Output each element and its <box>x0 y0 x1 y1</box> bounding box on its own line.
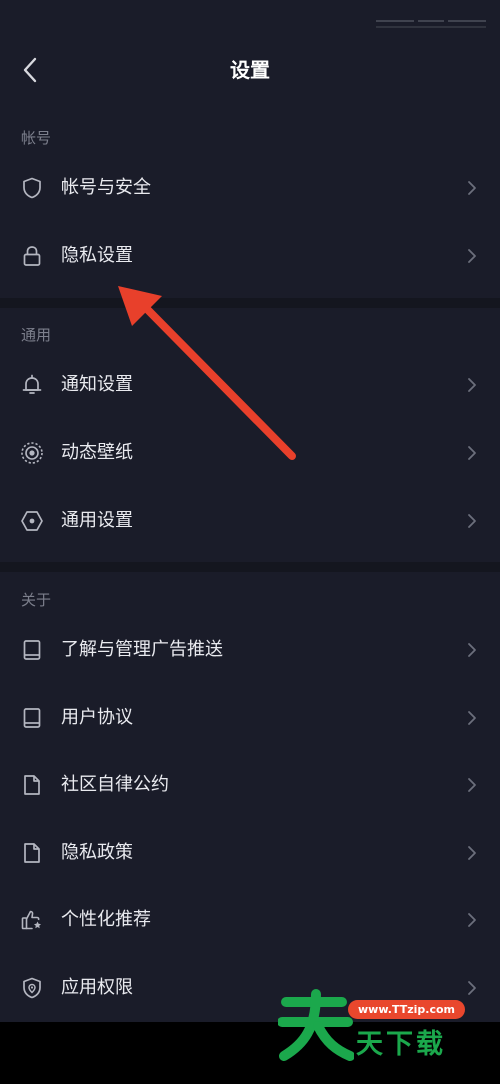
row-label: 个性化推荐 <box>61 909 151 930</box>
settings-row-live-wallpaper[interactable]: 动态壁纸 <box>0 423 500 483</box>
section-divider <box>0 562 500 572</box>
section-header-general: 通用 <box>21 326 52 344</box>
book-icon <box>23 640 41 660</box>
bell-icon <box>22 374 42 394</box>
chevron-right-icon <box>468 778 476 792</box>
settings-row-app-permissions[interactable]: 应用权限 <box>0 958 500 1018</box>
row-label: 应用权限 <box>61 977 133 998</box>
book-icon <box>23 708 41 728</box>
settings-row-general-settings[interactable]: 通用设置 <box>0 491 500 551</box>
chevron-right-icon <box>468 378 476 392</box>
settings-row-notification-settings[interactable]: 通知设置 <box>0 355 500 415</box>
settings-row-community-guidelines[interactable]: 社区自律公约 <box>0 755 500 815</box>
chevron-right-icon <box>468 446 476 460</box>
hexagon-settings-icon <box>21 511 43 531</box>
shield-location-icon <box>23 977 41 999</box>
settings-row-account-security[interactable]: 帐号与安全 <box>0 158 500 218</box>
row-label: 隐私设置 <box>61 245 133 266</box>
section-header-about: 关于 <box>21 591 52 609</box>
navigation-bar: 设置 <box>0 40 500 100</box>
settings-screen: 设置 帐号 帐号与安全 隐私设置 通用 通知设置 动态壁纸 通用设置 关于 了解… <box>0 0 500 1022</box>
chevron-right-icon <box>468 981 476 995</box>
chevron-right-icon <box>468 181 476 195</box>
row-label: 通用设置 <box>61 510 133 531</box>
chevron-right-icon <box>468 846 476 860</box>
document-icon <box>24 775 40 795</box>
watermark-text: 天下载 <box>356 1029 446 1060</box>
row-label: 通知设置 <box>61 374 133 395</box>
settings-row-user-agreement[interactable]: 用户协议 <box>0 688 500 748</box>
row-label: 用户协议 <box>61 707 133 728</box>
settings-row-privacy-settings[interactable]: 隐私设置 <box>0 226 500 286</box>
status-bar <box>376 14 486 32</box>
row-label: 了解与管理广告推送 <box>61 639 223 660</box>
chevron-right-icon <box>468 514 476 528</box>
row-label: 动态壁纸 <box>61 442 133 463</box>
chevron-right-icon <box>468 643 476 657</box>
live-wallpaper-icon <box>21 442 43 464</box>
thumbs-up-icon <box>21 910 41 930</box>
chevron-right-icon <box>468 913 476 927</box>
settings-row-privacy-policy[interactable]: 隐私政策 <box>0 823 500 883</box>
chevron-right-icon <box>468 249 476 263</box>
section-header-account: 帐号 <box>21 129 52 147</box>
row-label: 帐号与安全 <box>61 177 151 198</box>
lock-icon <box>23 246 41 266</box>
settings-row-personalized-recommendation[interactable]: 个性化推荐 <box>0 890 500 950</box>
document-icon <box>24 843 40 863</box>
chevron-right-icon <box>468 711 476 725</box>
shield-icon <box>23 177 41 199</box>
row-label: 隐私政策 <box>61 842 133 863</box>
section-divider <box>0 298 500 308</box>
page-title: 设置 <box>230 58 270 82</box>
settings-row-ad-management[interactable]: 了解与管理广告推送 <box>0 620 500 680</box>
row-label: 社区自律公约 <box>61 774 169 795</box>
